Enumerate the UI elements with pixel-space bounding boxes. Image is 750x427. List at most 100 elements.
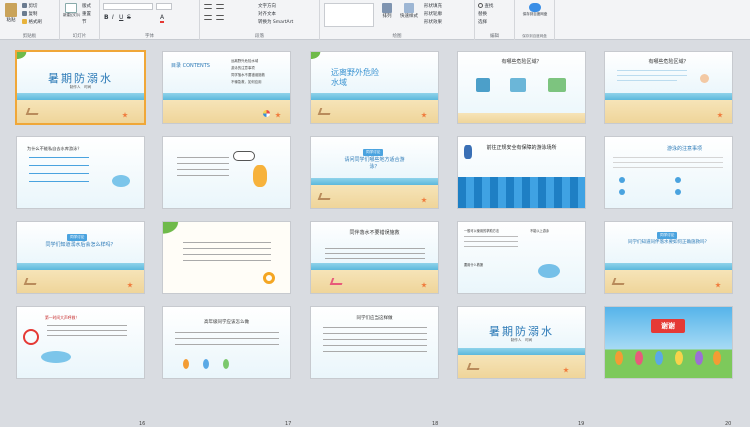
text-line xyxy=(175,344,279,345)
slide-thumbnail-11[interactable]: 同学讨论 同学们知道溺水后会怎么样吗？ xyxy=(17,222,144,293)
text-line xyxy=(175,332,279,333)
text-line xyxy=(617,80,677,81)
strikethrough-button[interactable]: S xyxy=(127,14,131,21)
slide-thumbnail-13[interactable]: 同伴落水不要错误施救 xyxy=(311,222,438,293)
text-line xyxy=(464,246,518,247)
text-line xyxy=(47,335,127,336)
beach-chair-icon xyxy=(23,278,39,285)
slide-thumbnail-6[interactable]: 为什么不能私自去水库游泳？ xyxy=(17,137,144,208)
slide-title: 请问同学们哪些地方适合游泳？ xyxy=(344,157,405,170)
font-name-box[interactable] xyxy=(103,3,153,10)
slide-thumbnail-16[interactable]: 第一时间大声呼救！ xyxy=(17,307,144,378)
text-line xyxy=(177,163,229,164)
align-text-button[interactable]: 对齐文本 xyxy=(258,11,276,17)
quick-styles-button[interactable]: 快速样式 xyxy=(400,3,418,19)
cut-button[interactable]: 剪切 xyxy=(22,3,37,9)
center-button[interactable] xyxy=(216,15,224,21)
paste-button[interactable]: 粘贴 xyxy=(3,3,19,23)
slide-thumbnail-20[interactable]: 谢谢 xyxy=(605,307,732,378)
shape-fill-button[interactable]: 形状填充 xyxy=(424,3,442,9)
reset-button[interactable]: 重置 xyxy=(82,11,91,17)
no-swimming-icon xyxy=(23,329,39,345)
kid-icon xyxy=(675,351,683,365)
group-label: 保存到百度网盘 xyxy=(522,34,547,38)
slide-thumbnail-4[interactable]: 有哪些危险区域？ xyxy=(458,52,585,123)
align-left-button[interactable] xyxy=(204,15,212,21)
slide-thumbnail-15[interactable]: 同学讨论 同学们知道同伴落水要如何正确施救吗？ xyxy=(605,222,732,293)
new-slide-button[interactable]: 新建幻灯片 xyxy=(63,3,81,18)
search-icon xyxy=(478,3,483,8)
slide-thumbnail-8[interactable]: 同学讨论 请问同学们哪些地方适合游泳？ xyxy=(311,137,438,208)
slide-thumbnail-10[interactable]: 游泳的注意事项 xyxy=(605,137,732,208)
bold-button[interactable]: B xyxy=(104,14,109,21)
sand-graphic xyxy=(605,100,732,123)
text-box-1: 一般可以使用的求助方法 xyxy=(464,229,500,233)
numbering-button[interactable] xyxy=(216,4,224,10)
slide-thumbnail-3[interactable]: 远离野外危险水域 xyxy=(311,52,438,123)
arrange-button[interactable]: 排列 xyxy=(380,3,394,19)
text-line xyxy=(183,242,271,243)
text-line xyxy=(183,260,271,261)
replace-button[interactable]: 替换 xyxy=(478,11,487,17)
section-button[interactable]: 节 xyxy=(82,19,87,25)
text-line xyxy=(177,175,229,176)
paste-icon xyxy=(5,3,17,17)
kid-icon xyxy=(635,351,643,365)
find-button[interactable]: 查找 xyxy=(478,3,493,9)
save-cloud-button[interactable]: 保存到百度网盘 xyxy=(519,3,551,17)
select-button[interactable]: 选择 xyxy=(478,19,487,25)
text-line xyxy=(183,254,271,255)
align-center-icon xyxy=(216,15,224,20)
italic-button[interactable]: I xyxy=(112,14,114,21)
rescue-illustration xyxy=(41,351,71,363)
girl-icon xyxy=(253,165,267,187)
beach-chair-icon xyxy=(466,363,482,370)
kid-icon xyxy=(695,351,703,365)
font-group: B I U S A 字体 xyxy=(100,0,200,40)
group-label: 字体 xyxy=(145,34,154,39)
copy-icon xyxy=(22,11,27,16)
text-line xyxy=(323,333,427,334)
paragraph-group: 文字方向 对齐文本 转换为 SmartArt 段落 xyxy=(200,0,320,40)
slide-thumbnail-12[interactable] xyxy=(163,222,290,293)
underline-button[interactable]: U xyxy=(119,14,123,21)
shapes-gallery[interactable] xyxy=(324,3,374,27)
shape-effects-button[interactable]: 形状效果 xyxy=(424,19,442,25)
font-size-box[interactable] xyxy=(156,3,172,10)
bullets-button[interactable] xyxy=(204,4,212,10)
slide-thumbnail-17[interactable]: 高年级同学应该怎么做 xyxy=(163,307,290,378)
slide-subtitle: 制作人 时间 xyxy=(69,85,92,89)
text-direction-button[interactable]: 文字方向 xyxy=(258,3,276,9)
beach-chair-icon xyxy=(611,278,627,285)
slide-thumbnail-2[interactable]: 目录 CONTENTS 远离野外危险水域 游泳的注意事项 同学落水不要错误施救 … xyxy=(163,52,290,123)
text-line xyxy=(47,325,127,326)
photo-dam xyxy=(476,78,490,92)
slide-thumbnail-14[interactable]: 一般可以使用的求助方法 不能以上游泳 要用什么救援 xyxy=(458,222,585,293)
layout-button[interactable]: 版式 xyxy=(82,3,91,9)
contents-title: 目录 CONTENTS xyxy=(171,63,210,69)
slide-background xyxy=(311,222,438,267)
text-line xyxy=(613,167,723,168)
font-color-button[interactable]: A xyxy=(160,14,165,23)
copy-button[interactable]: 复制 xyxy=(22,11,37,17)
kid-icon xyxy=(655,351,663,365)
group-label: 编辑 xyxy=(490,34,499,39)
slide-thumbnail-7[interactable] xyxy=(163,137,290,208)
slide-thumbnail-1[interactable]: 暑期防溺水 制作人 时间 xyxy=(17,52,144,123)
group-label: 段落 xyxy=(255,34,264,39)
group-label: 剪贴板 xyxy=(22,34,37,39)
text-line xyxy=(617,70,687,71)
text-line xyxy=(175,338,279,339)
shape-outline-button[interactable]: 形状轮廓 xyxy=(424,11,442,17)
slide-title: 同学们知道溺水后会怎么样吗？ xyxy=(45,242,116,248)
format-painter-button[interactable]: 格式刷 xyxy=(22,19,42,25)
align-left-icon xyxy=(204,15,212,20)
slide-thumbnail-18[interactable]: 同学们应当这样做 xyxy=(311,307,438,378)
slide-thumbnail-19[interactable]: 暑期防溺水 制作人 时间 xyxy=(458,307,585,378)
kid-icon xyxy=(223,359,229,369)
slide-thumbnail-9[interactable]: 前往正规安全有保障的游泳场所 xyxy=(458,137,585,208)
discussion-tag: 同学讨论 xyxy=(657,232,678,239)
slides-group: 新建幻灯片 版式 重置 节 幻灯片 xyxy=(60,0,100,40)
slide-thumbnail-5[interactable]: 有哪些危险区域？ xyxy=(605,52,732,123)
smartart-button[interactable]: 转换为 SmartArt xyxy=(258,19,293,25)
